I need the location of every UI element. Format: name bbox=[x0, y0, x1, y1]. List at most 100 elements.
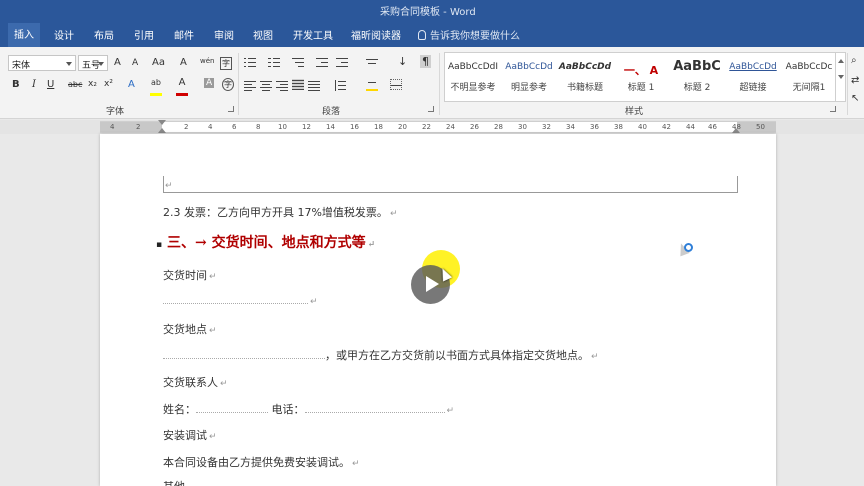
align-right-icon[interactable] bbox=[276, 80, 288, 91]
ruler-tick: 50 bbox=[756, 123, 765, 131]
tab-review[interactable]: 审阅 bbox=[214, 27, 234, 42]
tab-developer[interactable]: 开发工具 bbox=[293, 27, 333, 42]
italic-button[interactable]: I bbox=[32, 79, 36, 90]
distributed-icon[interactable] bbox=[308, 80, 320, 91]
lightbulb-icon bbox=[418, 30, 426, 40]
invoice-line: 2.3 发票：乙方向甲方开具 17%增值税发票。 ↵ bbox=[163, 206, 398, 219]
document-page[interactable]: ↵ 2.3 发票：乙方向甲方开具 17%增值税发票。 ↵ ▪ 三、→ 交货时间、地… bbox=[100, 134, 776, 486]
clear-formatting-button[interactable]: A bbox=[180, 57, 187, 68]
multilevel-list-icon[interactable] bbox=[292, 57, 304, 68]
grow-font-button[interactable]: A bbox=[114, 57, 121, 68]
style-subtle-reference[interactable]: AaBbCcDdI 不明显参考 bbox=[445, 53, 501, 101]
chevron-down-icon bbox=[66, 62, 72, 66]
font-family-select[interactable]: 宋体 bbox=[8, 55, 76, 71]
align-left-icon[interactable] bbox=[244, 80, 256, 91]
text-effects-button[interactable]: A bbox=[128, 79, 135, 90]
style-heading-1[interactable]: 一、 A 标题 1 bbox=[613, 53, 669, 101]
tab-references[interactable]: 引用 bbox=[134, 27, 154, 42]
tell-me-search[interactable]: 告诉我你想要做什么 bbox=[418, 27, 520, 42]
enclose-characters-button[interactable]: 字 bbox=[220, 57, 232, 70]
increase-indent-icon[interactable] bbox=[336, 57, 348, 68]
header-paragraph-mark: ↵ bbox=[165, 181, 173, 191]
tab-mailings[interactable]: 邮件 bbox=[174, 27, 194, 42]
first-line-indent-marker[interactable] bbox=[158, 120, 166, 125]
installation-text: 本合同设备由乙方提供免费安装调试。 ↵ bbox=[163, 456, 360, 469]
group-divider bbox=[439, 53, 440, 115]
font-size-select[interactable]: 五号 bbox=[78, 55, 108, 71]
busy-cursor-icon bbox=[676, 241, 693, 261]
underline-button[interactable]: U bbox=[47, 79, 54, 90]
ruler-tick: 42 bbox=[662, 123, 671, 131]
paragraph-dialog-launcher[interactable] bbox=[428, 106, 434, 112]
chinese-layout-icon[interactable] bbox=[366, 57, 378, 68]
blank-line[interactable] bbox=[163, 350, 325, 359]
delivery-contact-label: 交货联系人 ↵ bbox=[163, 376, 228, 389]
borders-icon[interactable] bbox=[390, 79, 402, 90]
style-name: 无间隔1 bbox=[792, 83, 826, 93]
character-shading-button[interactable]: A bbox=[204, 78, 215, 88]
ruler-track bbox=[100, 121, 776, 133]
style-no-spacing-1[interactable]: AaBbCcDc 无间隔1 bbox=[781, 53, 835, 101]
style-name: 超链接 bbox=[739, 83, 767, 93]
style-preview: AaBbCcDd bbox=[558, 62, 612, 72]
right-indent-marker[interactable] bbox=[732, 128, 740, 133]
phonetic-guide-button[interactable]: wén bbox=[200, 57, 214, 65]
highlight-color-button[interactable]: ab bbox=[150, 77, 162, 99]
find-icon[interactable]: ⌕ bbox=[851, 55, 857, 66]
styles-dialog-launcher[interactable] bbox=[830, 106, 836, 112]
tab-layout[interactable]: 布局 bbox=[94, 27, 114, 42]
blank-line[interactable] bbox=[196, 404, 268, 413]
font-color-label: A bbox=[178, 77, 186, 88]
highlight-label: ab bbox=[151, 78, 161, 87]
horizontal-ruler[interactable]: 4 2 2 4 6 8 10 12 14 16 18 20 22 24 26 2… bbox=[0, 120, 864, 134]
line-spacing-icon[interactable] bbox=[334, 80, 346, 91]
style-name: 书籍标题 bbox=[566, 83, 603, 93]
superscript-button[interactable]: x² bbox=[104, 79, 113, 89]
enclosed-character-button[interactable]: 字 bbox=[222, 78, 234, 91]
ruler-tick: 8 bbox=[256, 123, 261, 131]
style-hyperlink[interactable]: AaBbCcDd 超链接 bbox=[725, 53, 781, 101]
tab-design[interactable]: 设计 bbox=[54, 27, 74, 42]
styles-gallery-scroll[interactable] bbox=[836, 52, 846, 102]
change-case-button[interactable]: Aa bbox=[152, 57, 165, 68]
bullets-icon[interactable] bbox=[244, 57, 256, 68]
style-preview: 一、 A bbox=[623, 64, 659, 77]
show-formatting-marks-button[interactable]: ¶ bbox=[420, 55, 431, 68]
ruler-tick: 4 bbox=[208, 123, 213, 131]
hanging-indent-marker[interactable] bbox=[158, 128, 166, 133]
numbering-icon[interactable] bbox=[268, 57, 280, 68]
style-heading-2[interactable]: AaBbC 标题 2 bbox=[669, 53, 725, 101]
sort-button[interactable]: ↓ bbox=[398, 55, 407, 68]
font-color-button[interactable]: A bbox=[176, 77, 188, 99]
tab-insert[interactable]: 插入 bbox=[8, 23, 40, 47]
shrink-font-button[interactable]: A bbox=[132, 58, 138, 68]
delivery-place-line[interactable]: ，或甲方在乙方交货前以书面方式具体指定交货地点。 ↵ bbox=[163, 347, 599, 363]
select-icon[interactable]: ↖ bbox=[851, 93, 859, 104]
tab-view[interactable]: 视图 bbox=[253, 27, 273, 42]
ruler-tick: 34 bbox=[566, 123, 575, 131]
blank-line[interactable] bbox=[163, 295, 308, 304]
strikethrough-button[interactable]: abc bbox=[68, 80, 82, 89]
shading-icon[interactable] bbox=[366, 80, 378, 91]
style-book-title[interactable]: AaBbCcDd 书籍标题 bbox=[557, 53, 613, 101]
delivery-place-label: 交货地点 ↵ bbox=[163, 323, 217, 336]
ruler-tick: 12 bbox=[302, 123, 311, 131]
decrease-indent-icon[interactable] bbox=[316, 57, 328, 68]
replace-icon[interactable]: ⇄ bbox=[851, 75, 859, 86]
ruler-tick: 32 bbox=[542, 123, 551, 131]
justify-icon[interactable] bbox=[292, 79, 304, 90]
align-center-icon[interactable] bbox=[260, 80, 272, 91]
ruler-tick: 46 bbox=[708, 123, 717, 131]
style-name: 标题 1 bbox=[627, 83, 655, 93]
contact-details-line[interactable]: 姓名： 电话： ↵ bbox=[163, 401, 454, 417]
style-intense-reference[interactable]: AaBbCcDd 明显参考 bbox=[501, 53, 557, 101]
window-title: 采购合同模板 - Word bbox=[380, 7, 476, 18]
delivery-time-field[interactable]: ↵ bbox=[163, 294, 318, 307]
blank-line[interactable] bbox=[304, 404, 445, 413]
bold-button[interactable]: B bbox=[12, 79, 20, 90]
header-rule bbox=[163, 192, 738, 193]
tab-foxit-reader[interactable]: 福昕阅读器 bbox=[351, 27, 401, 42]
chevron-down-icon bbox=[838, 75, 844, 79]
font-dialog-launcher[interactable] bbox=[228, 106, 234, 112]
subscript-button[interactable]: x₂ bbox=[88, 79, 97, 89]
